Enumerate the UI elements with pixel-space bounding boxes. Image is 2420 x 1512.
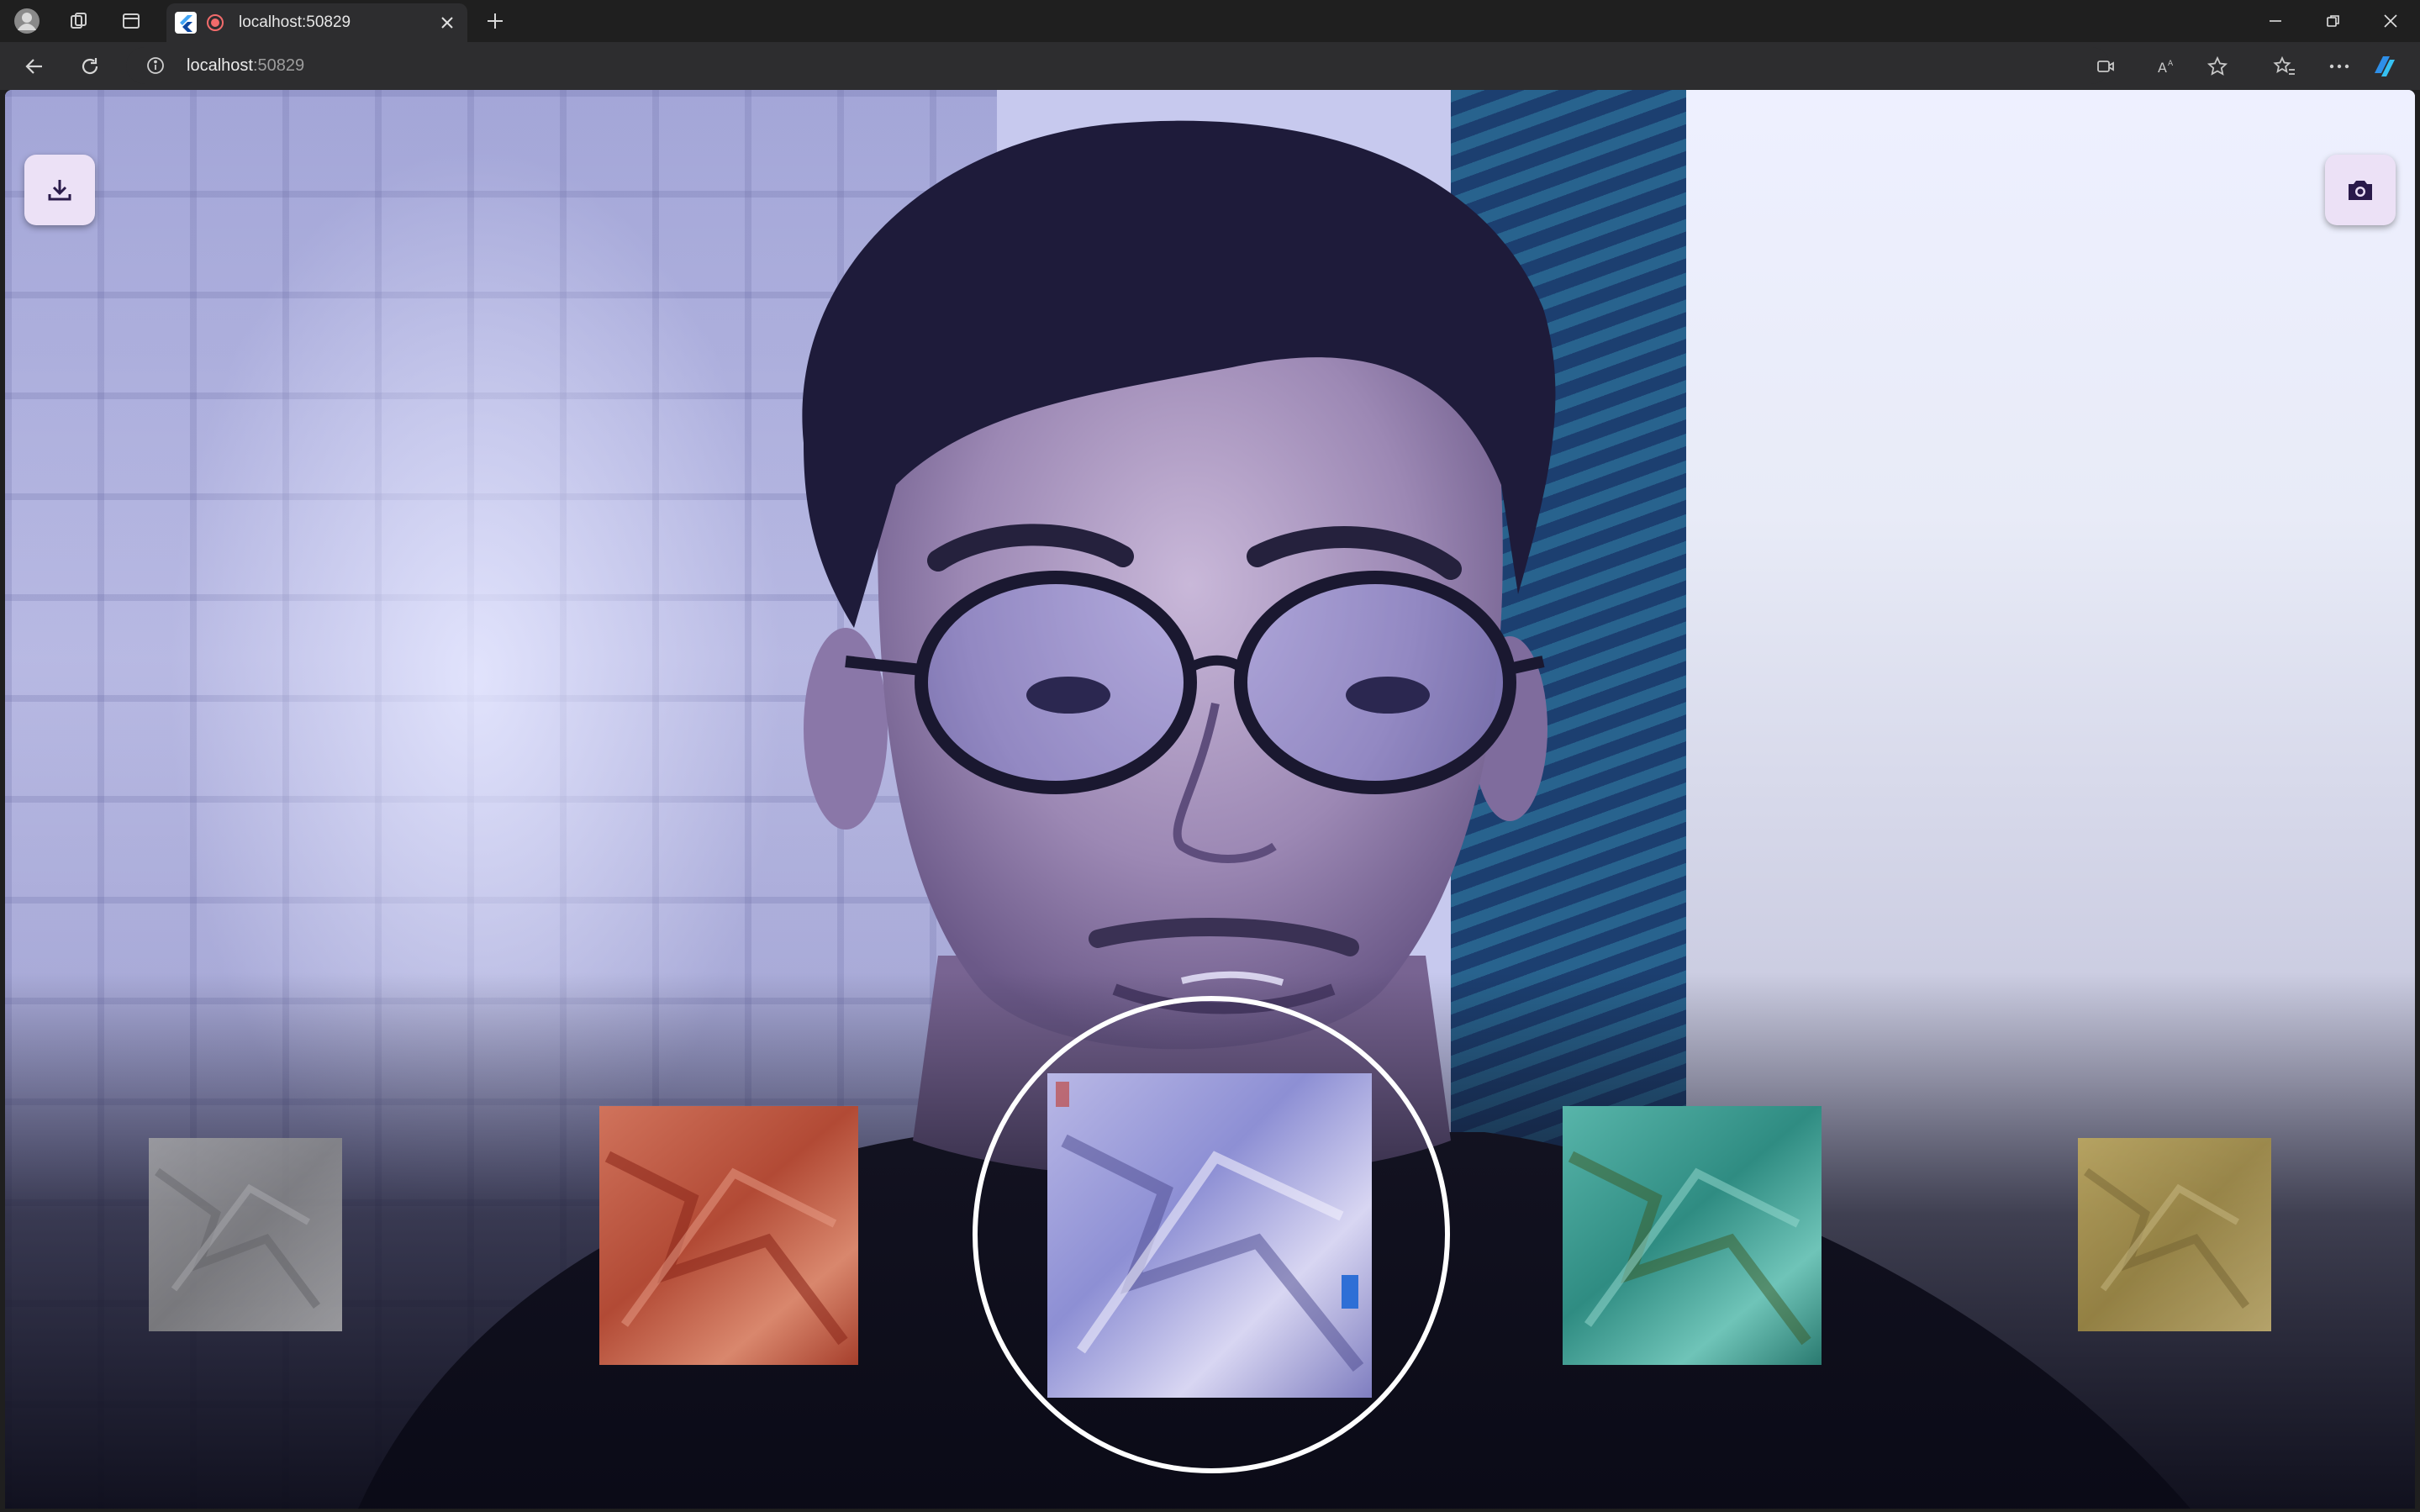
browser-tab-strip: localhost:50829 — [0, 0, 2420, 42]
more-icon[interactable] — [2323, 50, 2355, 82]
copilot-icon[interactable] — [2369, 50, 2401, 82]
browser-toolbar: localhost:50829 AA — [0, 42, 2420, 90]
video-icon[interactable] — [2090, 50, 2122, 82]
read-aloud-icon[interactable]: AA — [2151, 50, 2183, 82]
download-icon — [48, 180, 71, 201]
capture-button[interactable] — [2325, 155, 2396, 225]
tab-active[interactable]: localhost:50829 — [166, 3, 467, 42]
filter-thumbnail-teal[interactable] — [1563, 1106, 1822, 1365]
profile-icon[interactable] — [12, 6, 42, 36]
restore-icon[interactable] — [2308, 5, 2359, 37]
close-tab-icon[interactable] — [435, 11, 459, 34]
workspaces-icon[interactable] — [116, 6, 146, 36]
tab-title: localhost:50829 — [239, 13, 351, 31]
site-info-icon[interactable] — [146, 56, 165, 75]
minimize-icon[interactable] — [2250, 5, 2301, 37]
filter-thumbnail-sepia[interactable] — [2078, 1138, 2271, 1331]
back-icon[interactable] — [18, 50, 50, 82]
camera-preview — [5, 90, 2415, 1509]
close-window-icon[interactable] — [2365, 5, 2416, 37]
url-port: :50829 — [252, 56, 305, 75]
collections-icon[interactable] — [64, 6, 94, 36]
svg-text:A: A — [2168, 60, 2174, 68]
new-tab-icon[interactable] — [480, 6, 510, 36]
url-text: localhost:50829 — [187, 56, 304, 76]
camera-icon — [2349, 181, 2372, 200]
selected-filter-ring — [973, 996, 1450, 1473]
favorite-icon[interactable] — [2201, 50, 2233, 82]
recording-indicator-icon — [207, 14, 224, 31]
flutter-favicon-icon — [175, 12, 197, 34]
svg-text:A: A — [2158, 60, 2167, 76]
refresh-icon[interactable] — [74, 50, 106, 82]
download-button[interactable] — [24, 155, 95, 225]
filter-thumbnail-red[interactable] — [599, 1106, 858, 1365]
filter-thumbnail-grayscale[interactable] — [149, 1138, 342, 1331]
url-host: localhost — [187, 56, 253, 75]
favorites-icon[interactable] — [2269, 50, 2301, 82]
address-bar[interactable]: localhost:50829 — [126, 47, 2110, 84]
